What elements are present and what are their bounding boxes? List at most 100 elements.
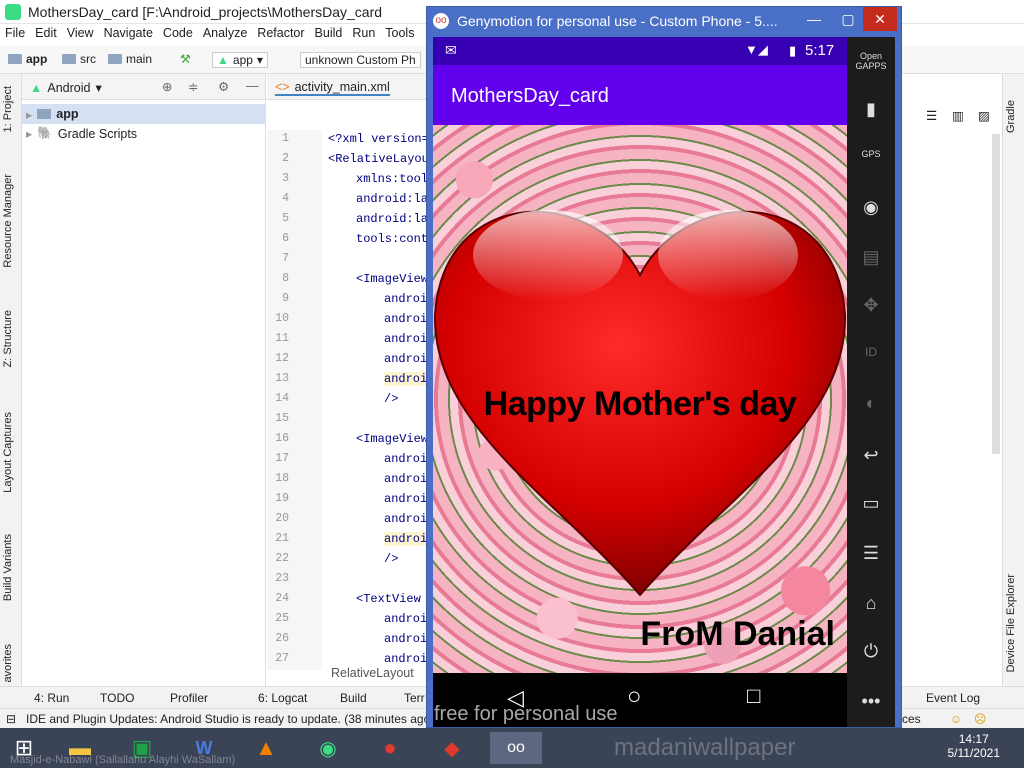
code-line[interactable]: android:la [356, 212, 428, 226]
back-icon[interactable]: ↩ [847, 445, 895, 466]
menu-code[interactable]: Code [158, 24, 198, 44]
code-line[interactable]: androi [384, 372, 428, 386]
line-number: 20 [275, 512, 289, 525]
tool-profiler[interactable]: Profiler [170, 691, 208, 705]
hide-icon[interactable]: — [246, 79, 259, 93]
editor-breadcrumb[interactable]: RelativeLayout [331, 666, 414, 680]
project-view-select[interactable]: ▲ Android ▾ [30, 80, 102, 96]
code-line[interactable]: <ImageView [356, 272, 428, 286]
tool-tab-gradle[interactable]: Gradle [1005, 100, 1017, 133]
open-gapps-button[interactable]: Open GAPPS [847, 51, 895, 71]
tab-activity-main[interactable]: <> activity_main.xml [275, 80, 390, 96]
power-icon[interactable]: ⏻ [847, 641, 895, 662]
code-editor[interactable]: <> activity_main.xml RelativeLayout 1 <?xm… [267, 74, 437, 686]
code-line[interactable]: androi [384, 312, 427, 326]
tool-tab-project[interactable]: 1: Project [2, 86, 14, 132]
tool-tab-resource-manager[interactable]: Resource Manager [2, 174, 14, 268]
close-button[interactable]: ✕ [863, 7, 897, 31]
tool-event-log[interactable]: Event Log [926, 691, 980, 705]
smile-icon[interactable]: ☺ [950, 712, 962, 726]
breadcrumb-src[interactable]: src [62, 52, 96, 66]
tool-tab-layout-captures[interactable]: Layout Captures [2, 412, 14, 493]
menu-tools[interactable]: Tools [380, 24, 419, 44]
code-line[interactable]: /> [384, 552, 398, 566]
android-studio-icon[interactable]: ◉ [306, 732, 350, 764]
menu-view[interactable]: View [62, 24, 99, 44]
device-select[interactable]: unknown Custom Ph [300, 52, 421, 68]
minimize-button[interactable]: — [797, 7, 831, 31]
hammer-icon[interactable]: ⚒ [180, 52, 191, 66]
home-icon[interactable]: ⌂ [847, 593, 895, 614]
frown-icon[interactable]: ☹ [974, 712, 987, 726]
tool-todo[interactable]: TODO [100, 691, 134, 705]
code-line[interactable]: /> [384, 392, 398, 406]
tree-item-gradle-scripts[interactable]: ▸ 🐘 Gradle Scripts [26, 126, 137, 141]
split-view-icon[interactable]: ▥ [952, 108, 964, 123]
webcam-icon[interactable]: ◉ [847, 197, 895, 218]
code-line[interactable]: androi [384, 612, 427, 626]
breadcrumb-main[interactable]: main [108, 52, 152, 66]
tool-tab-build-variants[interactable]: Build Variants [2, 534, 14, 601]
code-line[interactable]: <?xml version= [328, 132, 429, 146]
code-line[interactable]: androi [384, 292, 427, 306]
menu-analyze[interactable]: Analyze [198, 24, 252, 44]
code-line[interactable]: androi [384, 512, 427, 526]
scrollbar[interactable] [992, 134, 1000, 454]
code-line[interactable]: xmlns:tool [356, 172, 428, 186]
vlc-icon[interactable]: ▲ [244, 732, 288, 764]
status-text[interactable]: IDE and Plugin Updates: Android Studio i… [26, 712, 434, 726]
menu-edit[interactable]: Edit [30, 24, 62, 44]
tree-item-app[interactable]: ▸ app [22, 104, 266, 124]
code-line[interactable]: <TextView [356, 592, 421, 606]
code-line[interactable]: androi [384, 632, 427, 646]
media-icon[interactable]: ◐ [847, 393, 895, 414]
more-icon[interactable]: ••• [847, 691, 895, 712]
code-line[interactable]: androi [384, 352, 427, 366]
menu-build[interactable]: Build [310, 24, 348, 44]
clapper-icon[interactable]: ▤ [847, 247, 895, 268]
code-line[interactable]: <RelativeLayou [328, 152, 429, 166]
code-line[interactable]: androi [384, 452, 427, 466]
genymotion-taskbar-icon[interactable]: oo [490, 732, 542, 764]
code-line[interactable]: androi [384, 332, 427, 346]
code-line[interactable]: androi [384, 492, 427, 506]
tool-logcat[interactable]: 6: Logcat [258, 691, 307, 705]
menu-navigate[interactable]: Navigate [99, 24, 158, 44]
breadcrumb-app[interactable]: app [8, 52, 47, 66]
git-icon[interactable]: ◆ [430, 732, 474, 764]
tool-build[interactable]: Build [340, 691, 367, 705]
recents-icon[interactable]: □ [747, 683, 760, 709]
menu-file[interactable]: File [0, 24, 30, 44]
recent-icon[interactable]: ▭ [847, 493, 895, 514]
code-line[interactable]: <ImageView [356, 432, 428, 446]
gps-button[interactable]: GPS [847, 149, 895, 159]
id-button[interactable]: ID [847, 345, 895, 359]
design-view-icon[interactable]: ▨ [978, 108, 990, 123]
code-view-icon[interactable]: ☰ [926, 108, 937, 123]
maximize-button[interactable]: ▢ [831, 7, 865, 31]
menu-icon[interactable]: ☰ [847, 543, 895, 564]
collapse-icon[interactable]: ≑ [188, 79, 198, 94]
studio-title: MothersDay_card [F:\Android_projects\Mot… [28, 4, 383, 20]
run-config-select[interactable]: ▲ app ▾ [212, 52, 268, 68]
line-number: 11 [275, 332, 289, 345]
code-line[interactable]: tools:cont [356, 232, 428, 246]
code-line[interactable]: android:la [356, 192, 428, 206]
system-clock[interactable]: 14:17 5/11/2021 [948, 732, 1001, 760]
tool-tab-favorites[interactable]: avorites [2, 644, 14, 683]
menu-run[interactable]: Run [347, 24, 380, 44]
home-icon[interactable]: ○ [627, 683, 642, 711]
gear-icon[interactable]: ⚙ [218, 79, 229, 94]
code-line[interactable]: androi [384, 652, 427, 666]
target-icon[interactable]: ⊕ [162, 79, 172, 94]
battery-icon[interactable]: ▮ [847, 99, 895, 120]
tool-tab-device-file-explorer[interactable]: Device File Explorer [1005, 574, 1017, 672]
move-icon[interactable]: ✥ [847, 295, 895, 316]
menu-refactor[interactable]: Refactor [252, 24, 309, 44]
code-line[interactable]: androi [384, 472, 427, 486]
tool-tab-structure[interactable]: Z: Structure [2, 310, 14, 367]
tool-run[interactable]: 4: Run [34, 691, 69, 705]
code-line[interactable]: androi [384, 532, 428, 546]
tool-terminal[interactable]: Terr [404, 691, 425, 705]
chrome-icon[interactable]: ● [368, 732, 412, 764]
